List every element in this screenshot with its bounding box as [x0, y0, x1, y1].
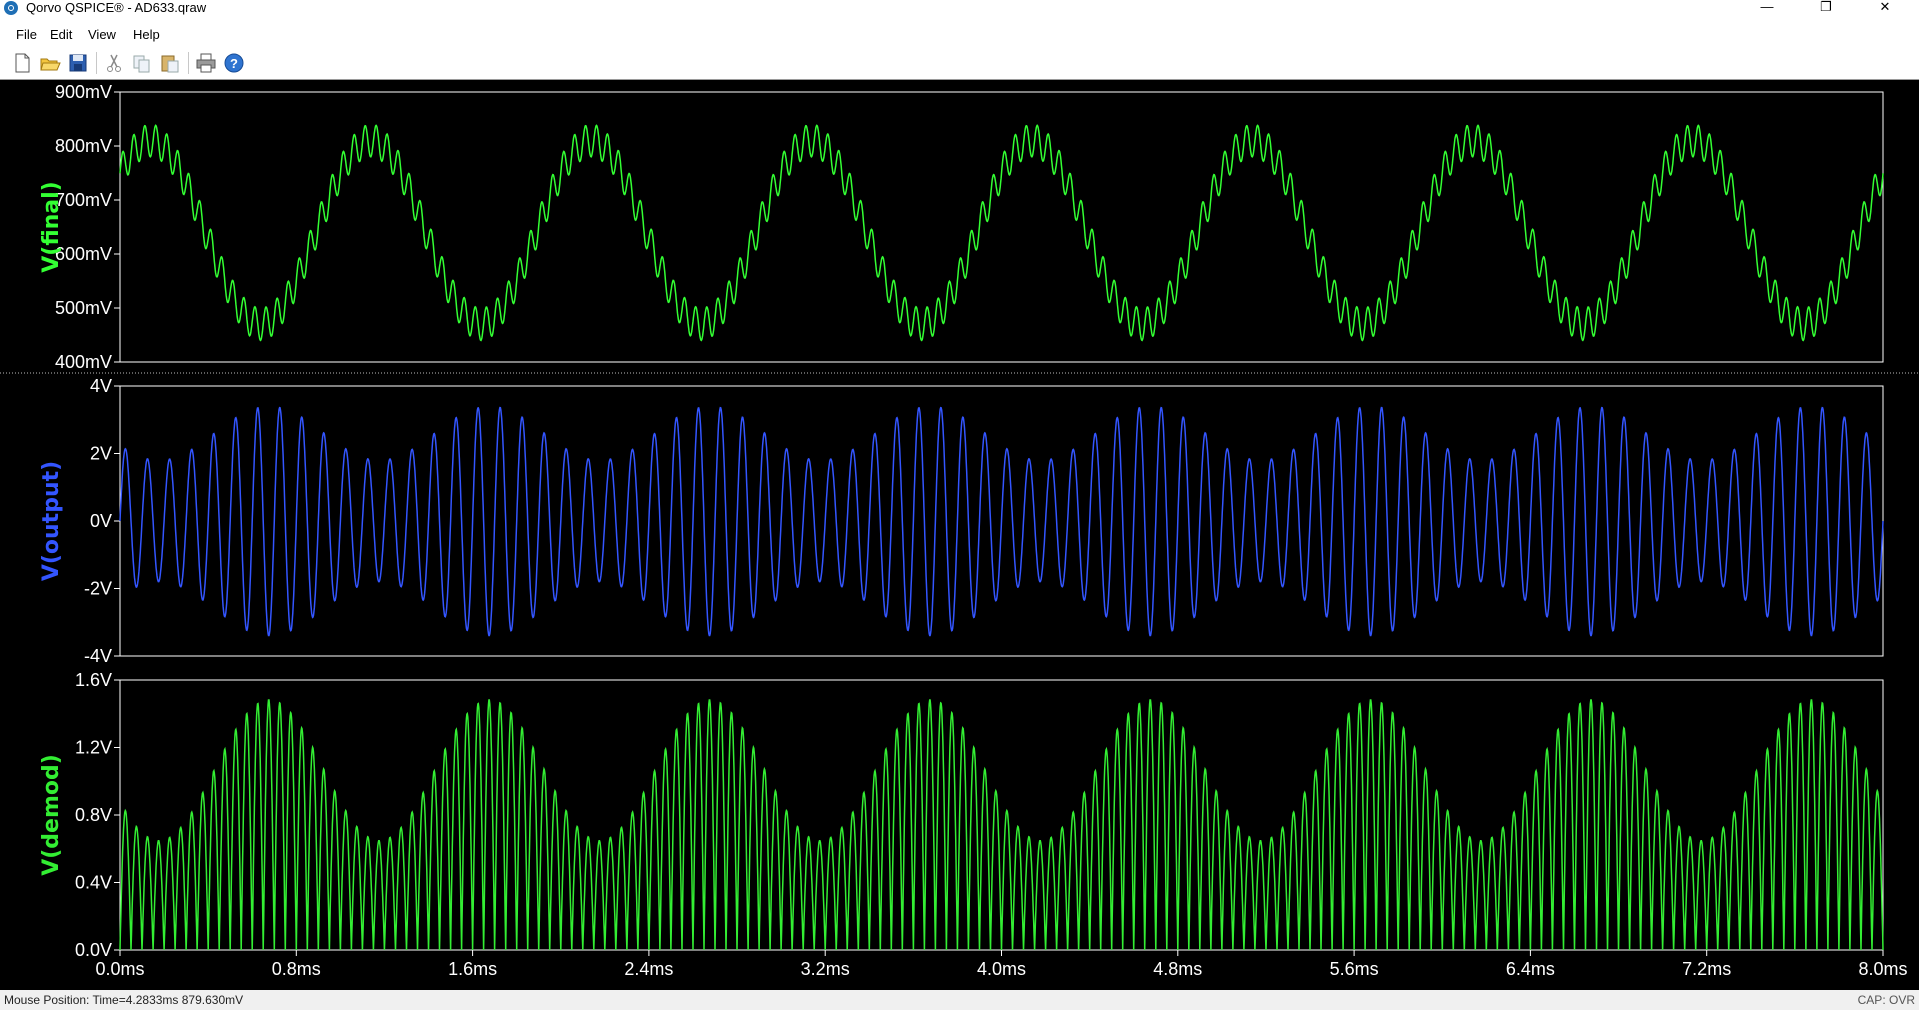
waveform-viewer[interactable]: 900mV 800mV 700mV 600mV 500mV 400mV V(final) 4V…	[0, 79, 1919, 990]
print-icon[interactable]	[194, 51, 218, 75]
y-tick-label: 900mV	[55, 82, 112, 102]
window-title: Qorvo QSPICE® - AD633.qraw	[26, 0, 207, 15]
y-tick-label: 400mV	[55, 352, 112, 372]
trace-label: V(demod)	[39, 754, 64, 876]
toolbar-separator	[96, 52, 97, 74]
toolbar: ?	[0, 48, 1919, 78]
plot-frame	[119, 91, 1884, 363]
y-tick-label: 2V	[90, 444, 112, 464]
trace-vdemod	[119, 699, 1884, 951]
menu-help[interactable]: Help	[131, 24, 162, 46]
menu-bar: File Edit View Help	[0, 24, 1919, 46]
y-tick-label: -4V	[84, 646, 112, 666]
open-icon[interactable]	[38, 51, 62, 75]
copy-icon[interactable]	[130, 51, 154, 75]
title-bar: Qorvo QSPICE® - AD633.qraw — ❐ ✕	[0, 0, 1919, 17]
help-icon[interactable]: ?	[222, 51, 246, 75]
y-tick-label: 0.4V	[75, 873, 112, 893]
close-button[interactable]: ✕	[1862, 0, 1908, 17]
menu-view[interactable]: View	[86, 24, 118, 46]
toolbar-separator	[188, 52, 189, 74]
svg-text:?: ?	[230, 56, 238, 71]
y-tick-label: 0V	[90, 511, 112, 531]
y-tick-label: 1.6V	[75, 670, 112, 690]
trace-label: V(final)	[39, 181, 64, 273]
maximize-button[interactable]: ❐	[1803, 0, 1849, 17]
waveform-plots[interactable]: 900mV800mV700mV600mV500mV400mVV(final)4V…	[0, 80, 1919, 990]
x-tick-label: 0.8ms	[272, 959, 321, 979]
trace-label: V(output)	[39, 461, 64, 581]
menu-file[interactable]: File	[14, 24, 39, 46]
trace-vfinal	[119, 124, 1884, 342]
qspice-app-icon	[4, 1, 18, 15]
cut-icon[interactable]	[102, 51, 126, 75]
x-tick-label: 4.0ms	[977, 959, 1026, 979]
trace-voutput	[119, 406, 1884, 637]
mouse-position-readout: Mouse Position: Time=4.2833ms 879.630mV	[4, 993, 244, 1007]
menu-edit[interactable]: Edit	[48, 24, 74, 46]
y-tick-label: 4V	[90, 376, 112, 396]
y-tick-label: 0.0V	[75, 940, 112, 960]
y-tick-label: 0.8V	[75, 805, 112, 825]
x-tick-label: 8.0ms	[1858, 959, 1907, 979]
y-tick-label: 800mV	[55, 136, 112, 156]
y-tick-label: 500mV	[55, 298, 112, 318]
status-bar: Mouse Position: Time=4.2833ms 879.630mV …	[0, 990, 1919, 1010]
minimize-button[interactable]: —	[1744, 0, 1790, 17]
new-icon[interactable]	[10, 51, 34, 75]
x-tick-label: 4.8ms	[1153, 959, 1202, 979]
caps-indicator: CAP: OVR	[1857, 993, 1915, 1007]
x-tick-label: 0.0ms	[95, 959, 144, 979]
x-tick-label: 2.4ms	[624, 959, 673, 979]
x-tick-label: 5.6ms	[1330, 959, 1379, 979]
y-tick-label: 1.2V	[75, 738, 112, 758]
x-tick-label: 1.6ms	[448, 959, 497, 979]
y-tick-label: -2V	[84, 579, 112, 599]
x-tick-label: 6.4ms	[1506, 959, 1555, 979]
save-icon[interactable]	[66, 51, 90, 75]
paste-icon[interactable]	[158, 51, 182, 75]
x-tick-label: 3.2ms	[801, 959, 850, 979]
x-tick-label: 7.2ms	[1682, 959, 1731, 979]
